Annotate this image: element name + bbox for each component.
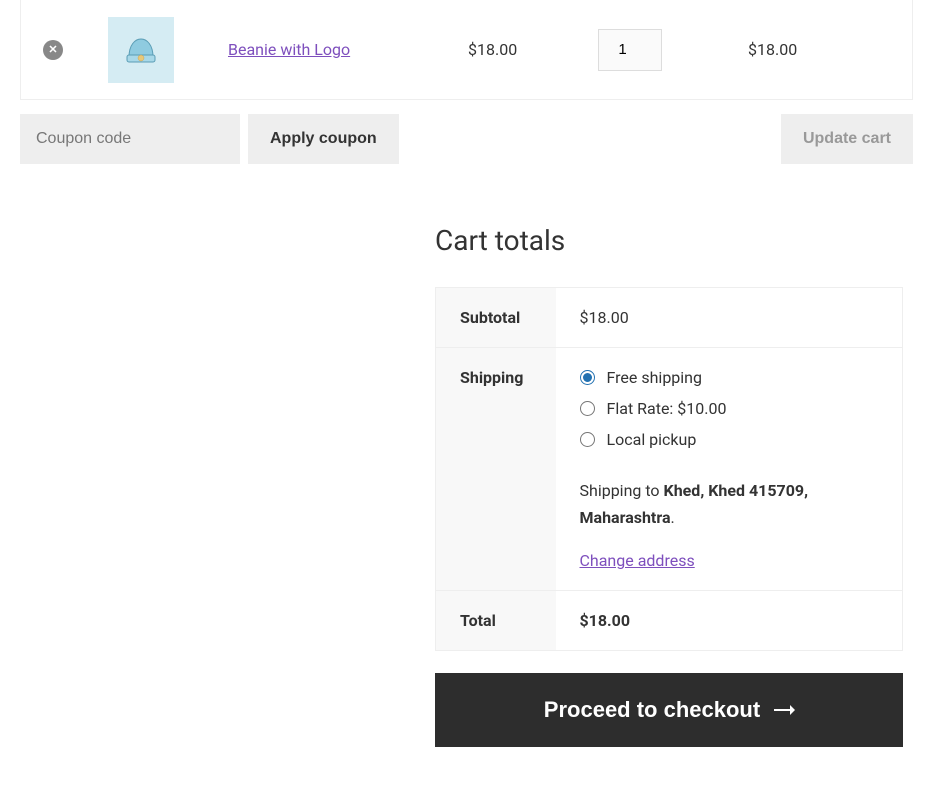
apply-coupon-button[interactable]: Apply coupon — [248, 114, 399, 164]
product-name-link[interactable]: Beanie with Logo — [228, 40, 350, 59]
cart-totals-table: Subtotal $18.00 Shipping Free shipping F… — [435, 287, 903, 651]
shipping-option-label: Local pickup — [607, 430, 697, 449]
shipping-option-free[interactable]: Free shipping — [580, 368, 879, 387]
quantity-input[interactable] — [598, 29, 662, 71]
total-value: $18.00 — [556, 591, 903, 651]
shipping-option-pickup[interactable]: Local pickup — [580, 430, 879, 449]
shipping-options: Free shipping Flat Rate: $10.00 Local pi… — [580, 368, 879, 449]
arrow-right-icon — [774, 709, 794, 711]
item-subtotal: $18.00 — [748, 40, 797, 59]
shipping-option-label: Free shipping — [607, 368, 703, 387]
update-cart-button[interactable]: Update cart — [781, 114, 913, 164]
item-price: $18.00 — [468, 40, 517, 59]
shipping-label: Shipping — [436, 348, 556, 591]
total-label: Total — [436, 591, 556, 651]
shipping-radio-flat[interactable] — [580, 401, 595, 416]
shipping-option-flat[interactable]: Flat Rate: $10.00 — [580, 399, 879, 418]
beanie-icon — [123, 35, 159, 65]
shipping-radio-pickup[interactable] — [580, 432, 595, 447]
cart-item-row: Beanie with Logo $18.00 $18.00 — [20, 0, 913, 100]
checkout-button-label: Proceed to checkout — [544, 697, 760, 723]
proceed-to-checkout-button[interactable]: Proceed to checkout — [435, 673, 903, 747]
shipping-option-label: Flat Rate: $10.00 — [607, 399, 727, 418]
shipping-destination: Shipping to Khed, Khed 415709, Maharasht… — [580, 477, 879, 531]
cart-totals-section: Cart totals Subtotal $18.00 Shipping Fre… — [435, 224, 903, 747]
coupon-code-input[interactable] — [20, 114, 240, 164]
shipping-radio-free[interactable] — [580, 370, 595, 385]
subtotal-value: $18.00 — [556, 288, 903, 348]
subtotal-label: Subtotal — [436, 288, 556, 348]
product-thumbnail[interactable] — [108, 17, 174, 83]
change-address-link[interactable]: Change address — [580, 551, 695, 570]
cart-totals-heading: Cart totals — [435, 224, 903, 257]
cart-actions-row: Apply coupon Update cart — [0, 114, 913, 164]
remove-item-button[interactable] — [43, 40, 63, 60]
